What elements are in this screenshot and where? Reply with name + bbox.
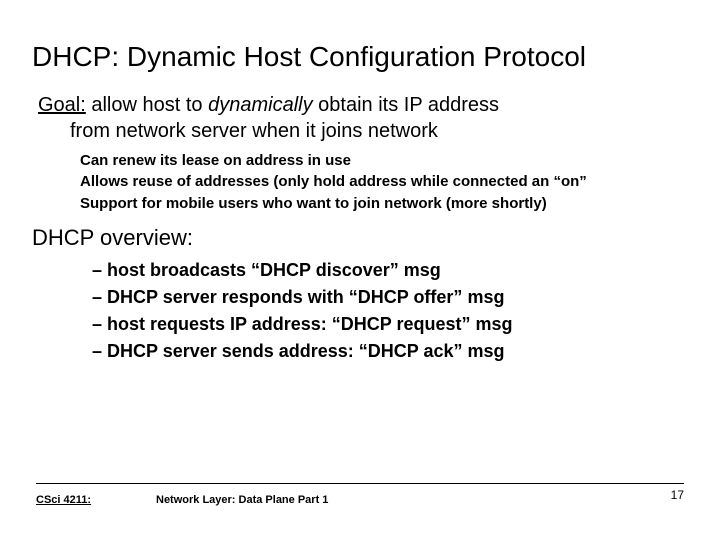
goal-dynamic: dynamically [208,94,312,116]
overview-step: host requests IP address: “DHCP request”… [92,311,688,338]
goal-label: Goal: [38,94,86,116]
goal-text-1b: obtain its IP address [313,94,499,116]
goal-bullet: Can renew its lease on address in use [80,150,688,172]
goal-sublist: Can renew its lease on address in use Al… [80,150,688,215]
goal-bullet: Allows reuse of addresses (only hold add… [80,171,688,193]
footer: CSci 4211: Network Layer: Data Plane Par… [36,483,684,508]
overview-step: host broadcasts “DHCP discover” msg [92,257,688,284]
overview-step: DHCP server sends address: “DHCP ack” ms… [92,338,688,365]
overview-heading: DHCP overview: [32,225,688,251]
goal-paragraph: Goal: allow host to dynamically obtain i… [32,92,688,144]
overview-steps: host broadcasts “DHCP discover” msg DHCP… [92,257,688,365]
slide-title: DHCP: Dynamic Host Configuration Protoco… [32,40,688,74]
footer-page-number: 17 [671,488,684,502]
goal-bullet: Support for mobile users who want to joi… [80,193,688,215]
goal-text-2: from network server when it joins networ… [38,120,438,142]
goal-text-1a: allow host to [86,94,208,116]
footer-center: Network Layer: Data Plane Part 1 [116,494,671,506]
overview-step: DHCP server responds with “DHCP offer” m… [92,284,688,311]
footer-course: CSci 4211: [36,494,116,506]
slide: DHCP: Dynamic Host Configuration Protoco… [0,0,720,540]
